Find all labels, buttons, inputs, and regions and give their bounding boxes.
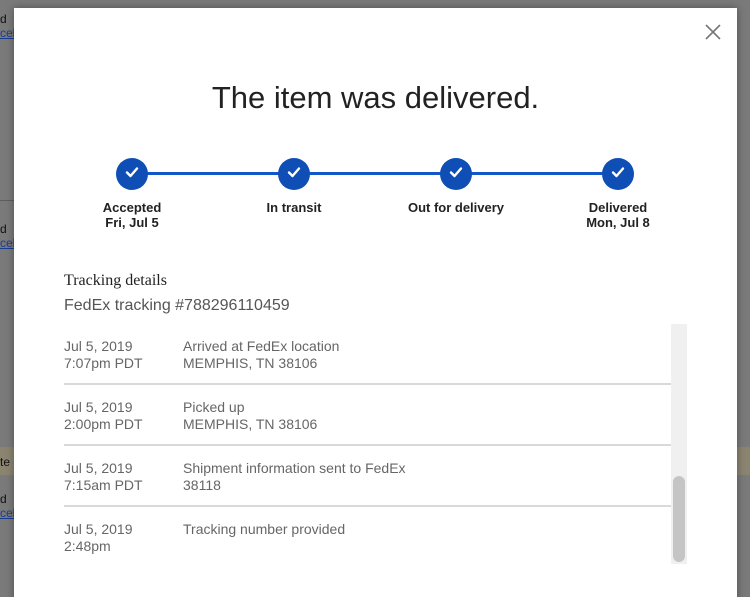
background-link[interactable]: cel (0, 26, 15, 40)
event-datetime: Jul 5, 2019 2:48pm (64, 521, 182, 555)
event-description: Arrived at FedEx location (183, 338, 340, 354)
step-accepted: Accepted Fri, Jul 5 (62, 158, 202, 230)
event-description: Picked up (183, 399, 245, 415)
event-datetime: Jul 5, 2019 2:00pm PDT (64, 399, 182, 433)
close-button[interactable] (703, 22, 723, 42)
checkmark-icon (286, 164, 302, 185)
event-date: Jul 5, 2019 (64, 338, 133, 354)
background-fragment: d cel (0, 12, 15, 40)
checkmark-icon (124, 164, 140, 185)
event-time: 2:48pm (64, 538, 111, 554)
step-circle (440, 158, 472, 190)
tracking-event-row: Jul 5, 2019 2:00pm PDT Picked up MEMPHIS… (64, 385, 671, 446)
event-date: Jul 5, 2019 (64, 460, 133, 476)
close-x-icon[interactable] (703, 22, 723, 42)
tracking-event-row: Jul 5, 2019 7:15am PDT Shipment informat… (64, 446, 671, 507)
step-circle (602, 158, 634, 190)
event-details: Arrived at FedEx location MEMPHIS, TN 38… (183, 338, 653, 372)
page-title: The item was delivered. (211, 80, 540, 115)
tracking-details-heading: Tracking details (64, 272, 167, 289)
step-name: Accepted (102, 200, 162, 215)
progress-tracker: Accepted Fri, Jul 5 In transit Out for d… (14, 158, 737, 238)
background-link[interactable]: cel (0, 506, 15, 520)
progress-line (132, 172, 618, 175)
step-name: Out for delivery (407, 200, 505, 215)
tracking-events-panel[interactable]: Jul 5, 2019 7:07pm PDT Arrived at FedEx … (64, 324, 687, 564)
step-circle (278, 158, 310, 190)
background-text: d (0, 222, 7, 236)
background-link[interactable]: cel (0, 236, 15, 250)
step-delivered: Delivered Mon, Jul 8 (548, 158, 688, 230)
scrollbar-thumb[interactable] (673, 476, 685, 562)
tracking-modal: The item was delivered. Accepted Fri, Ju… (14, 8, 737, 597)
event-details: Tracking number provided (183, 521, 653, 538)
event-location: MEMPHIS, TN 38106 (183, 355, 318, 371)
background-band-text: te (0, 455, 11, 469)
event-date: Jul 5, 2019 (64, 399, 133, 415)
event-description: Tracking number provided (183, 521, 346, 537)
tracking-events-list: Jul 5, 2019 7:07pm PDT Arrived at FedEx … (64, 324, 671, 564)
tracking-event-row: Jul 5, 2019 7:07pm PDT Arrived at FedEx … (64, 324, 671, 385)
event-time: 2:00pm PDT (64, 416, 143, 432)
tracking-event-row: Jul 5, 2019 2:48pm Tracking number provi… (64, 507, 671, 564)
event-details: Picked up MEMPHIS, TN 38106 (183, 399, 653, 433)
step-label: In transit (224, 200, 364, 215)
step-label: Delivered Mon, Jul 8 (548, 200, 688, 230)
event-time: 7:07pm PDT (64, 355, 143, 371)
events-scrollbar[interactable] (671, 324, 687, 564)
background-divider (0, 200, 14, 201)
event-location: MEMPHIS, TN 38106 (183, 416, 318, 432)
step-name: In transit (266, 200, 322, 215)
event-time: 7:15am PDT (64, 477, 143, 493)
checkmark-icon (448, 164, 464, 185)
step-name: Delivered (588, 200, 648, 215)
event-details: Shipment information sent to FedEx 38118 (183, 460, 653, 494)
background-fragment: d cel (0, 222, 15, 250)
event-datetime: Jul 5, 2019 7:15am PDT (64, 460, 182, 494)
event-description: Shipment information sent to FedEx (183, 460, 406, 476)
event-date: Jul 5, 2019 (64, 521, 133, 537)
background-fragment: d cel (0, 492, 15, 520)
step-label: Out for delivery (386, 200, 526, 215)
step-label: Accepted Fri, Jul 5 (62, 200, 202, 230)
tracking-number: FedEx tracking #788296110459 (64, 297, 290, 314)
event-location: 38118 (183, 477, 221, 493)
event-datetime: Jul 5, 2019 7:07pm PDT (64, 338, 182, 372)
checkmark-icon (610, 164, 626, 185)
step-circle (116, 158, 148, 190)
background-text: d (0, 12, 7, 26)
step-date: Mon, Jul 8 (586, 215, 650, 230)
step-in-transit: In transit (224, 158, 364, 215)
background-text: d (0, 492, 7, 506)
step-date: Fri, Jul 5 (105, 215, 159, 230)
step-out-for-delivery: Out for delivery (386, 158, 526, 215)
